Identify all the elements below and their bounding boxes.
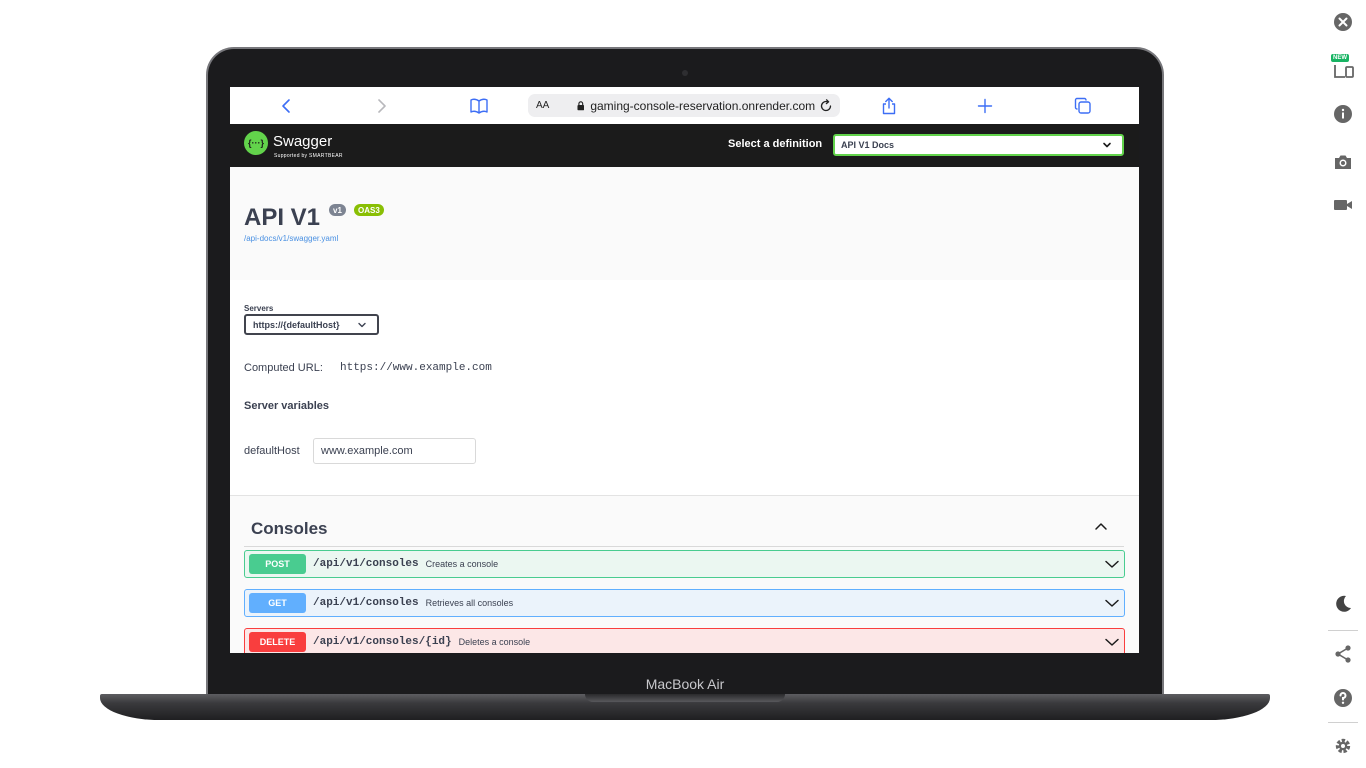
operation-summary: Deletes a console <box>458 637 531 647</box>
moon-icon <box>1336 595 1351 612</box>
computed-url-label: Computed URL: <box>244 362 323 374</box>
api-info: API V1 v1 OAS3 /api-docs/v1/swagger.yaml <box>230 167 1139 280</box>
server-variables-label: Server variables <box>244 400 330 412</box>
operation-post-consoles[interactable]: POST /api/v1/consoles Creates a console <box>244 550 1125 578</box>
collapse-tag-button[interactable] <box>1093 519 1109 533</box>
chevron-down-icon <box>1105 638 1119 646</box>
chevron-down-icon <box>1105 599 1119 607</box>
share-upload-icon <box>882 97 896 115</box>
definition-value: API V1 Docs <box>841 140 895 150</box>
responsive-button[interactable]: NEW <box>1331 54 1355 80</box>
share-button[interactable] <box>877 94 901 118</box>
help-button[interactable] <box>1331 686 1355 710</box>
reload-icon <box>820 98 831 111</box>
share-link-button[interactable] <box>1331 642 1355 666</box>
share-icon <box>1335 645 1351 663</box>
swagger-logo-icon[interactable]: {···} <box>244 131 268 155</box>
swagger-logo-glyph: {···} <box>248 138 264 148</box>
reader-button[interactable]: AA <box>536 100 559 111</box>
address-bar[interactable]: AA gaming-console-reservation.onrender.c… <box>528 94 840 117</box>
servers-select[interactable]: https://{defaultHost} <box>244 314 379 335</box>
device-name: MacBook Air <box>645 676 725 692</box>
tabs-icon <box>1074 97 1091 114</box>
screenshot-button[interactable] <box>1331 150 1355 174</box>
operation-get-consoles[interactable]: GET /api/v1/consoles Retrieves all conso… <box>244 589 1125 617</box>
servers-selected-value: https://{defaultHost} <box>253 319 340 330</box>
spec-link[interactable]: /api-docs/v1/swagger.yaml <box>244 234 338 243</box>
camera-icon <box>1335 155 1351 169</box>
url-text: gaming-console-reservation.onrender.com <box>590 98 816 113</box>
tool-rail: NEW <box>1320 0 1366 768</box>
rail-divider <box>1328 630 1358 631</box>
tag-title[interactable]: Consoles <box>251 519 328 539</box>
operation-summary: Creates a console <box>425 559 499 569</box>
new-tab-button[interactable] <box>973 94 997 118</box>
swagger-logo-sub: Supported by SMARTBEAR <box>274 153 343 159</box>
chevron-left-icon <box>282 99 290 113</box>
default-host-input[interactable] <box>313 438 476 464</box>
operation-path: /api/v1/consoles <box>313 597 419 609</box>
chevron-down-icon <box>358 322 366 328</box>
laptop-chin: MacBook Air <box>210 672 1160 696</box>
video-icon <box>1334 200 1352 210</box>
chevron-down-icon <box>1105 560 1119 568</box>
method-badge: GET <box>249 593 306 613</box>
lock-icon <box>577 100 584 110</box>
book-icon <box>470 98 488 114</box>
record-button[interactable] <box>1331 193 1355 217</box>
settings-button[interactable] <box>1331 734 1355 758</box>
operation-delete-console[interactable]: DELETE /api/v1/consoles/{id} Deletes a c… <box>244 628 1125 653</box>
consoles-section: Consoles POST /api/v1/consoles Creates a… <box>230 496 1139 653</box>
browser-toolbar: AA gaming-console-reservation.onrender.c… <box>230 87 1139 124</box>
definition-label: Select a definition <box>728 138 823 150</box>
operation-path: /api/v1/consoles <box>313 558 419 570</box>
rail-divider <box>1328 722 1358 723</box>
tabs-button[interactable] <box>1071 94 1095 118</box>
close-button[interactable] <box>1331 10 1355 34</box>
definition-select[interactable]: API V1 Docs <box>833 134 1124 156</box>
method-badge: DELETE <box>249 632 306 652</box>
tag-divider <box>244 546 1124 547</box>
settings-icon <box>1335 738 1351 754</box>
chevron-down-icon <box>1103 142 1111 148</box>
close-icon <box>1334 13 1352 31</box>
back-button[interactable] <box>274 94 298 118</box>
camera-dot <box>682 70 688 76</box>
chevron-right-icon <box>378 99 386 113</box>
oas-badge: OAS3 <box>354 204 384 216</box>
computed-url-value: https://www.example.com <box>340 362 492 374</box>
page-title: API V1 <box>244 204 321 231</box>
plus-icon <box>977 98 993 114</box>
version-badge: v1 <box>329 204 346 216</box>
operation-summary: Retrieves all consoles <box>425 598 514 608</box>
page: MacBook Air AA gaming-console-reservatio… <box>0 0 1366 768</box>
laptop-notch <box>585 694 785 702</box>
device-screen: AA gaming-console-reservation.onrender.c… <box>230 87 1139 653</box>
swagger-logo-name: Swagger <box>273 133 333 150</box>
default-host-label: defaultHost <box>244 445 300 457</box>
bookmarks-button[interactable] <box>467 94 491 118</box>
servers-label: Servers <box>244 304 274 313</box>
dark-mode-button[interactable] <box>1331 592 1355 616</box>
reload-button[interactable] <box>815 98 836 113</box>
forward-button[interactable] <box>370 94 394 118</box>
operation-path: /api/v1/consoles/{id} <box>313 636 452 648</box>
swagger-topbar: {···} Swagger Supported by SMARTBEAR Sel… <box>230 124 1139 167</box>
method-badge: POST <box>249 554 306 574</box>
new-badge: NEW <box>1331 54 1349 62</box>
info-icon <box>1334 105 1352 123</box>
help-icon <box>1334 689 1352 707</box>
info-button[interactable] <box>1331 102 1355 126</box>
chevron-up-icon <box>1095 523 1107 530</box>
